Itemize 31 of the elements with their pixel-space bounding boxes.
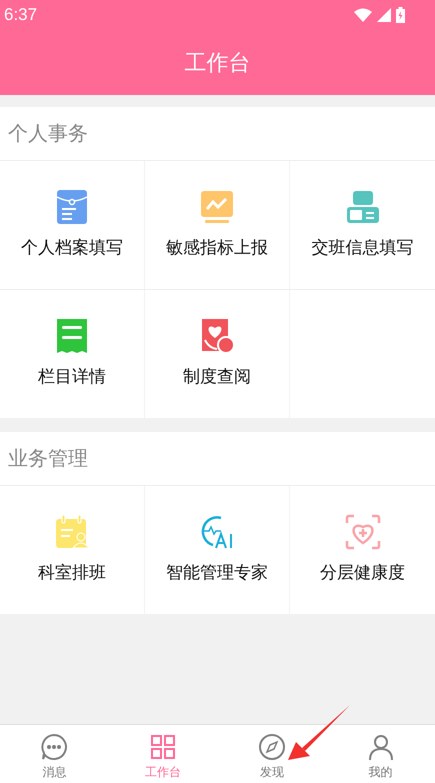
- ai-pulse-icon: [199, 514, 235, 550]
- tab-bar-item[interactable]: 消息: [0, 725, 109, 783]
- compass-icon: [258, 733, 286, 761]
- tab-bar-item[interactable]: 发现: [218, 725, 326, 783]
- feature-tile[interactable]: 分层健康度: [290, 486, 435, 614]
- grid-icon: [149, 733, 178, 761]
- chat-icon: [40, 733, 68, 761]
- signal-icon: [377, 8, 391, 22]
- person-icon: [366, 733, 395, 761]
- tab-bar-item[interactable]: 我的: [326, 725, 435, 783]
- battery-icon: [396, 7, 405, 23]
- section-title: 个人事务: [8, 122, 88, 146]
- wifi-icon: [354, 8, 372, 22]
- receipt-icon: [54, 318, 90, 354]
- feature-tile[interactable]: 科室排班: [0, 486, 144, 614]
- annotation-arrow: [288, 704, 352, 760]
- document-icon: [54, 189, 90, 225]
- feature-tile[interactable]: 交班信息填写: [290, 161, 435, 289]
- exchange-person-icon: [344, 189, 380, 225]
- feature-tile[interactable]: 智能管理专家: [145, 486, 289, 614]
- feature-tile[interactable]: 制度查阅: [145, 290, 289, 418]
- page-title: 工作台: [184, 49, 250, 77]
- feature-tile[interactable]: 栏目详情: [0, 290, 144, 418]
- feature-tile[interactable]: 个人档案填写: [0, 161, 144, 289]
- chart-monitor-icon: [199, 189, 235, 225]
- status-time: 6:37: [4, 4, 38, 26]
- feature-tile[interactable]: 敏感指标上报: [145, 161, 289, 289]
- heart-scan-icon: [344, 514, 380, 550]
- section-title: 业务管理: [8, 446, 88, 472]
- heart-hand-icon: [199, 318, 235, 354]
- calendar-person-icon: [54, 514, 90, 550]
